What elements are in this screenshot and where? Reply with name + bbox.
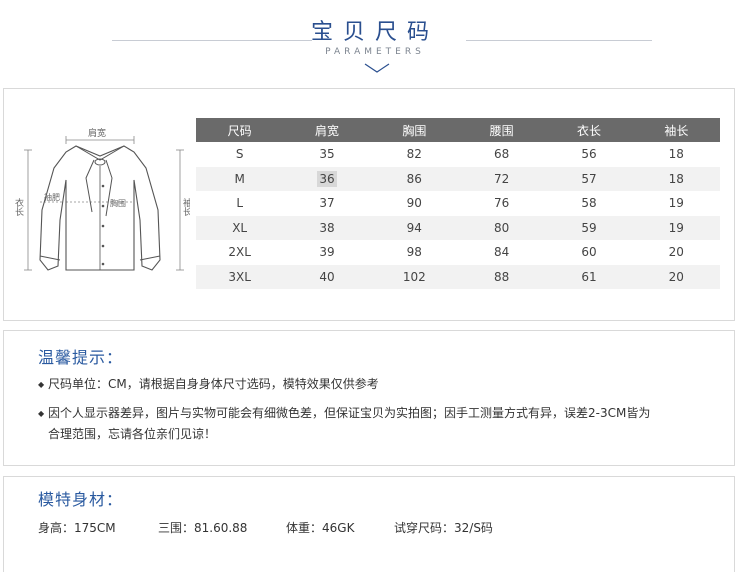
- table-cell: 2XL: [228, 245, 251, 260]
- label-sleeve: 袖长: [181, 197, 190, 217]
- table-cell: 61: [545, 264, 633, 289]
- label-sleeve-width: 袖肥: [44, 192, 60, 202]
- table-cell: 94: [370, 215, 458, 240]
- table-cell: 84: [494, 245, 510, 260]
- table-cell: 39: [319, 245, 335, 260]
- model-height: 身高：175CM: [38, 521, 116, 535]
- page-subtitle: PARAMETERS: [325, 47, 425, 57]
- table-row: XL 38 94 80 59 19: [196, 215, 720, 240]
- table-cell: XL: [196, 215, 284, 240]
- table-cell: 86: [370, 166, 458, 191]
- table-cell: 90: [406, 196, 422, 211]
- bullet-icon: ◆: [38, 380, 45, 389]
- label-chest: 胸围: [110, 198, 126, 208]
- table-cell: 36: [283, 166, 371, 191]
- header-size: 尺码: [196, 118, 284, 142]
- tip-text-continued: 合理范围，忘请各位亲们见谅！: [48, 427, 217, 441]
- table-cell: 102: [370, 264, 458, 289]
- table-cell: L: [236, 196, 243, 211]
- table-cell: 18: [632, 166, 720, 191]
- table-cell: 82: [406, 147, 422, 162]
- table-cell: 37: [319, 196, 335, 211]
- header-length: 衣长: [545, 118, 633, 142]
- header-chest: 胸围: [370, 118, 458, 142]
- table-cell: 38: [283, 215, 371, 240]
- table-row: L 37 90 76 58 19: [196, 191, 720, 216]
- highlighted-value: 36: [317, 170, 337, 187]
- bullet-icon: ◆: [38, 409, 45, 418]
- table-row: M 36 86 72 57 18: [196, 166, 720, 191]
- tip-item: ◆ 因个人显示器差异，图片与实物可能会有细微色差，但保证宝贝为实拍图；因手工测量方…: [38, 403, 718, 445]
- table-cell: 76: [494, 196, 510, 211]
- table-row: 3XL 40 102 88 61 20: [196, 264, 720, 289]
- table-row: S 35 82 68 56 18: [196, 142, 720, 167]
- table-cell: 19: [632, 215, 720, 240]
- table-cell: 19: [668, 196, 684, 211]
- table-cell: 20: [632, 264, 720, 289]
- table-cell: 60: [581, 245, 597, 260]
- table-cell: 59: [545, 215, 633, 240]
- table-cell: 80: [457, 215, 546, 240]
- tip-item: ◆ 尺码单位：CM，请根据自身身体尺寸选码，模特效果仅供参考: [38, 374, 379, 395]
- table-cell: M: [196, 166, 284, 191]
- model-size: 试穿尺码：32/S码: [394, 521, 493, 535]
- table-cell: 3XL: [196, 264, 284, 289]
- table-cell: 98: [406, 245, 422, 260]
- table-cell: 18: [668, 147, 684, 162]
- page-title: 宝贝尺码: [310, 20, 439, 45]
- size-table-header-row: 尺码 肩宽 胸围 腰围 衣长 袖长: [196, 118, 720, 142]
- label-length: 衣长: [14, 197, 24, 217]
- header-shoulder: 肩宽: [283, 118, 371, 142]
- table-cell: 88: [457, 264, 546, 289]
- tip-text: 因个人显示器差异，图片与实物可能会有细微色差，但保证宝贝为实拍图；因手工测量方式…: [48, 406, 651, 420]
- chevron-down-icon: [364, 63, 390, 73]
- garment-sketch: 肩宽 胸围 袖肥 衣长 袖长: [14, 127, 190, 271]
- model-title: 模特身材：: [38, 490, 124, 509]
- table-cell: 56: [581, 147, 597, 162]
- table-cell: 20: [668, 245, 684, 260]
- table-cell: S: [235, 147, 244, 162]
- table-row: 2XL 39 98 84 60 20: [196, 240, 720, 265]
- model-measurements: 三围：81.60.88: [158, 521, 248, 535]
- table-cell: 40: [283, 264, 371, 289]
- table-cell: 58: [581, 196, 597, 211]
- table-cell: 72: [457, 166, 546, 191]
- header-sleeve: 袖长: [632, 118, 720, 142]
- label-shoulder: 肩宽: [88, 127, 106, 139]
- model-weight: 体重：46GK: [286, 521, 355, 535]
- table-cell: 35: [319, 147, 335, 162]
- tip-text: 尺码单位：CM，请根据自身身体尺寸选码，模特效果仅供参考: [48, 377, 379, 391]
- table-cell: 57: [545, 166, 633, 191]
- header-waist: 腰围: [457, 118, 546, 142]
- size-table: 尺码 肩宽 胸围 腰围 衣长 袖长 S 35 82 68 56 18 M 36 …: [196, 118, 720, 289]
- table-cell: 68: [494, 147, 510, 162]
- tips-title: 温馨提示：: [38, 348, 124, 367]
